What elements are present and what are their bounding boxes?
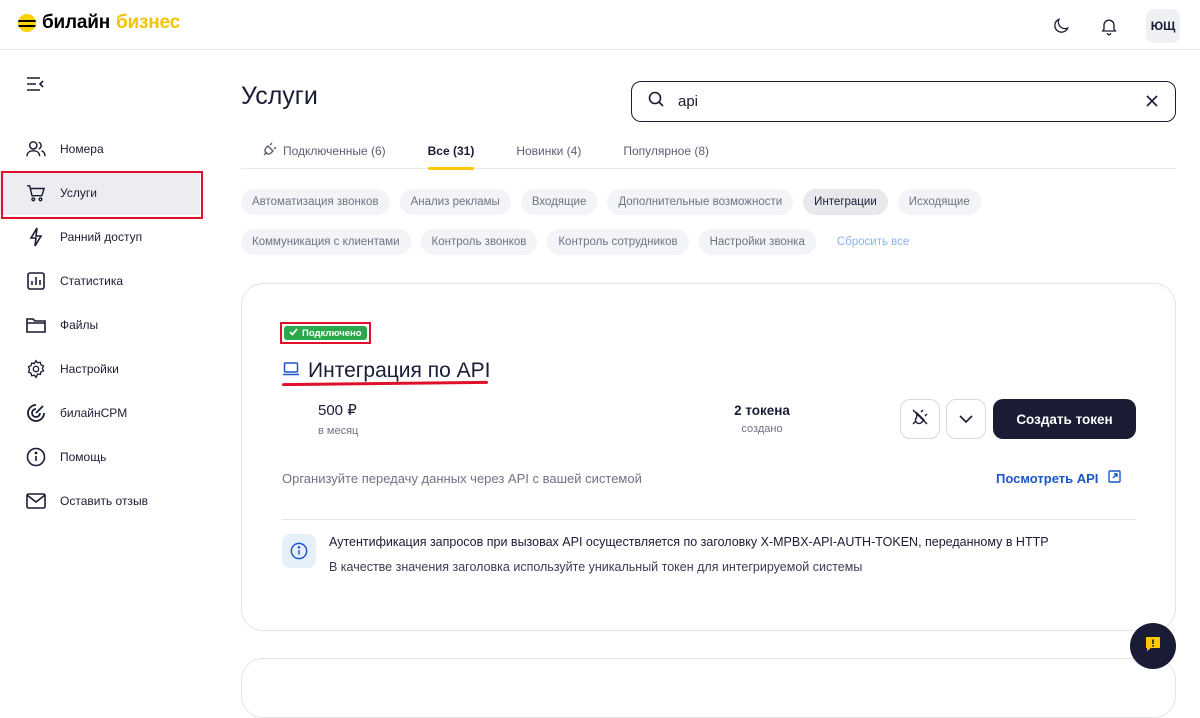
unplug-icon — [911, 408, 929, 431]
sidebar-item-label: Номера — [60, 142, 104, 156]
close-icon[interactable] — [1145, 94, 1159, 113]
filter-chip[interactable]: Автоматизация звонков — [241, 189, 390, 215]
filter-chip[interactable]: Исходящие — [897, 189, 981, 215]
sidebar-item-help[interactable]: Помощь — [0, 435, 200, 479]
header-actions: ЮЩ — [1050, 9, 1180, 43]
sidebar-item-label: Помощь — [60, 450, 107, 464]
filter-row-2: Коммуникация с клиентами Контроль звонко… — [241, 229, 1041, 255]
chevron-down-icon — [959, 410, 973, 428]
link-label: Посмотреть API — [996, 470, 1099, 486]
tab-label: Все (31) — [427, 143, 475, 158]
brand-name-part1: билайн — [42, 12, 111, 33]
external-link-icon — [1108, 470, 1122, 486]
sidebar-item-label: Оставить отзыв — [60, 494, 148, 508]
sidebar-item-services[interactable]: Услуги — [0, 171, 203, 219]
tab-new[interactable]: Новинки (4) — [516, 132, 581, 169]
search-icon — [648, 91, 664, 112]
status-text: Подключено — [302, 327, 362, 339]
lightning-icon — [26, 227, 46, 247]
filter-chip[interactable]: Настройки звонка — [698, 229, 816, 255]
sidebar-item-label: Статистика — [60, 274, 124, 288]
price-value: 500 ₽ — [318, 402, 357, 419]
filter-chips: Автоматизация звонков Анализ рекламы Вхо… — [241, 189, 1041, 269]
moon-icon[interactable] — [1050, 15, 1072, 37]
price-period: в месяц — [318, 425, 359, 437]
sidebar-item-feedback[interactable]: Оставить отзыв — [0, 479, 200, 523]
beeline-logo-icon — [18, 14, 36, 32]
filter-chip-active[interactable]: Интеграции — [803, 189, 888, 215]
search-box[interactable] — [631, 81, 1176, 122]
sidebar-item-label: билайнCPM — [60, 406, 128, 420]
expand-button[interactable] — [946, 399, 986, 439]
filter-chip[interactable]: Контроль звонков — [420, 229, 538, 255]
plug-icon — [263, 142, 277, 159]
filter-chip[interactable]: Анализ рекламы — [399, 189, 511, 215]
service-title-text: Интеграция по API — [308, 359, 491, 382]
view-api-link[interactable]: Посмотреть API — [996, 470, 1122, 486]
tokens-label: создано — [741, 423, 783, 435]
brand-logo[interactable]: билайн бизнес — [18, 12, 180, 34]
info-icon — [282, 534, 316, 568]
status-badge: Подключено — [280, 322, 371, 344]
chart-icon — [26, 271, 46, 291]
filter-chip[interactable]: Входящие — [520, 189, 598, 215]
disconnect-button[interactable] — [900, 399, 940, 439]
bell-icon[interactable] — [1098, 15, 1120, 37]
sidebar-item-statistics[interactable]: Статистика — [0, 259, 200, 303]
sidebar: Номера Услуги Ранний доступ Статистика Ф… — [0, 51, 203, 688]
info-text-secondary: В качестве значения заголовка используйт… — [329, 560, 863, 574]
sidebar-item-crm[interactable]: билайнCPM — [0, 391, 200, 435]
divider — [282, 519, 1136, 520]
tab-label: Популярное (8) — [623, 143, 710, 158]
sidebar-item-label: Ранний доступ — [60, 230, 143, 244]
sidebar-nav: Номера Услуги Ранний доступ Статистика Ф… — [0, 127, 203, 523]
next-service-card — [241, 658, 1176, 718]
filter-row-1: Автоматизация звонков Анализ рекламы Вхо… — [241, 189, 1041, 215]
tab-connected[interactable]: Подключенные (6) — [263, 132, 386, 169]
avatar[interactable]: ЮЩ — [1146, 9, 1180, 43]
info-text-primary: Аутентификация запросов при вызовах API … — [329, 535, 1049, 549]
sidebar-item-label: Файлы — [60, 318, 99, 332]
sidebar-item-numbers[interactable]: Номера — [0, 127, 200, 171]
tab-label: Подключенные (6) — [283, 143, 386, 158]
reset-filters-button[interactable]: Сбросить все — [826, 229, 920, 255]
service-description: Организуйте передачу данных через API с … — [282, 471, 642, 486]
sidebar-item-early-access[interactable]: Ранний доступ — [0, 215, 200, 259]
sidebar-item-label: Услуги — [60, 186, 97, 200]
chat-button[interactable] — [1130, 623, 1176, 669]
service-price: 500 ₽ в месяц — [318, 401, 358, 437]
tokens-count: 2 токена создано — [712, 403, 812, 435]
menu-collapse-icon[interactable] — [25, 75, 45, 98]
chat-icon — [1144, 635, 1162, 658]
info-icon — [26, 447, 46, 467]
laptop-icon — [282, 361, 300, 381]
tabs: Подключенные (6) Все (31) Новинки (4) По… — [241, 132, 1176, 170]
service-card: Подключено Интеграция по API 500 ₽ в мес… — [241, 283, 1176, 631]
create-token-button[interactable]: Создать токен — [993, 399, 1136, 439]
filter-chip[interactable]: Контроль сотрудников — [547, 229, 689, 255]
mail-icon — [26, 491, 46, 511]
tab-all[interactable]: Все (31) — [427, 132, 475, 170]
tokens-value: 2 токена — [734, 403, 790, 418]
sidebar-item-label: Настройки — [60, 362, 119, 376]
folder-icon — [26, 315, 46, 335]
brand-name-part2: бизнес — [116, 12, 181, 33]
page-title: Услуги — [241, 82, 318, 110]
sidebar-item-files[interactable]: Файлы — [0, 303, 200, 347]
search-input[interactable] — [678, 93, 1118, 110]
people-icon — [26, 139, 46, 159]
filter-chip[interactable]: Дополнительные возможности — [607, 189, 794, 215]
cart-icon — [26, 183, 46, 203]
tab-label: Новинки (4) — [516, 143, 582, 158]
tab-popular[interactable]: Популярное (8) — [623, 132, 709, 169]
sidebar-item-settings[interactable]: Настройки — [0, 347, 200, 391]
crm-icon — [26, 403, 46, 423]
service-title[interactable]: Интеграция по API — [282, 359, 490, 383]
filter-chip[interactable]: Коммуникация с клиентами — [241, 229, 411, 255]
gear-icon — [26, 359, 46, 379]
top-bar: билайн бизнес ЮЩ — [0, 0, 1200, 50]
check-icon — [289, 327, 298, 339]
